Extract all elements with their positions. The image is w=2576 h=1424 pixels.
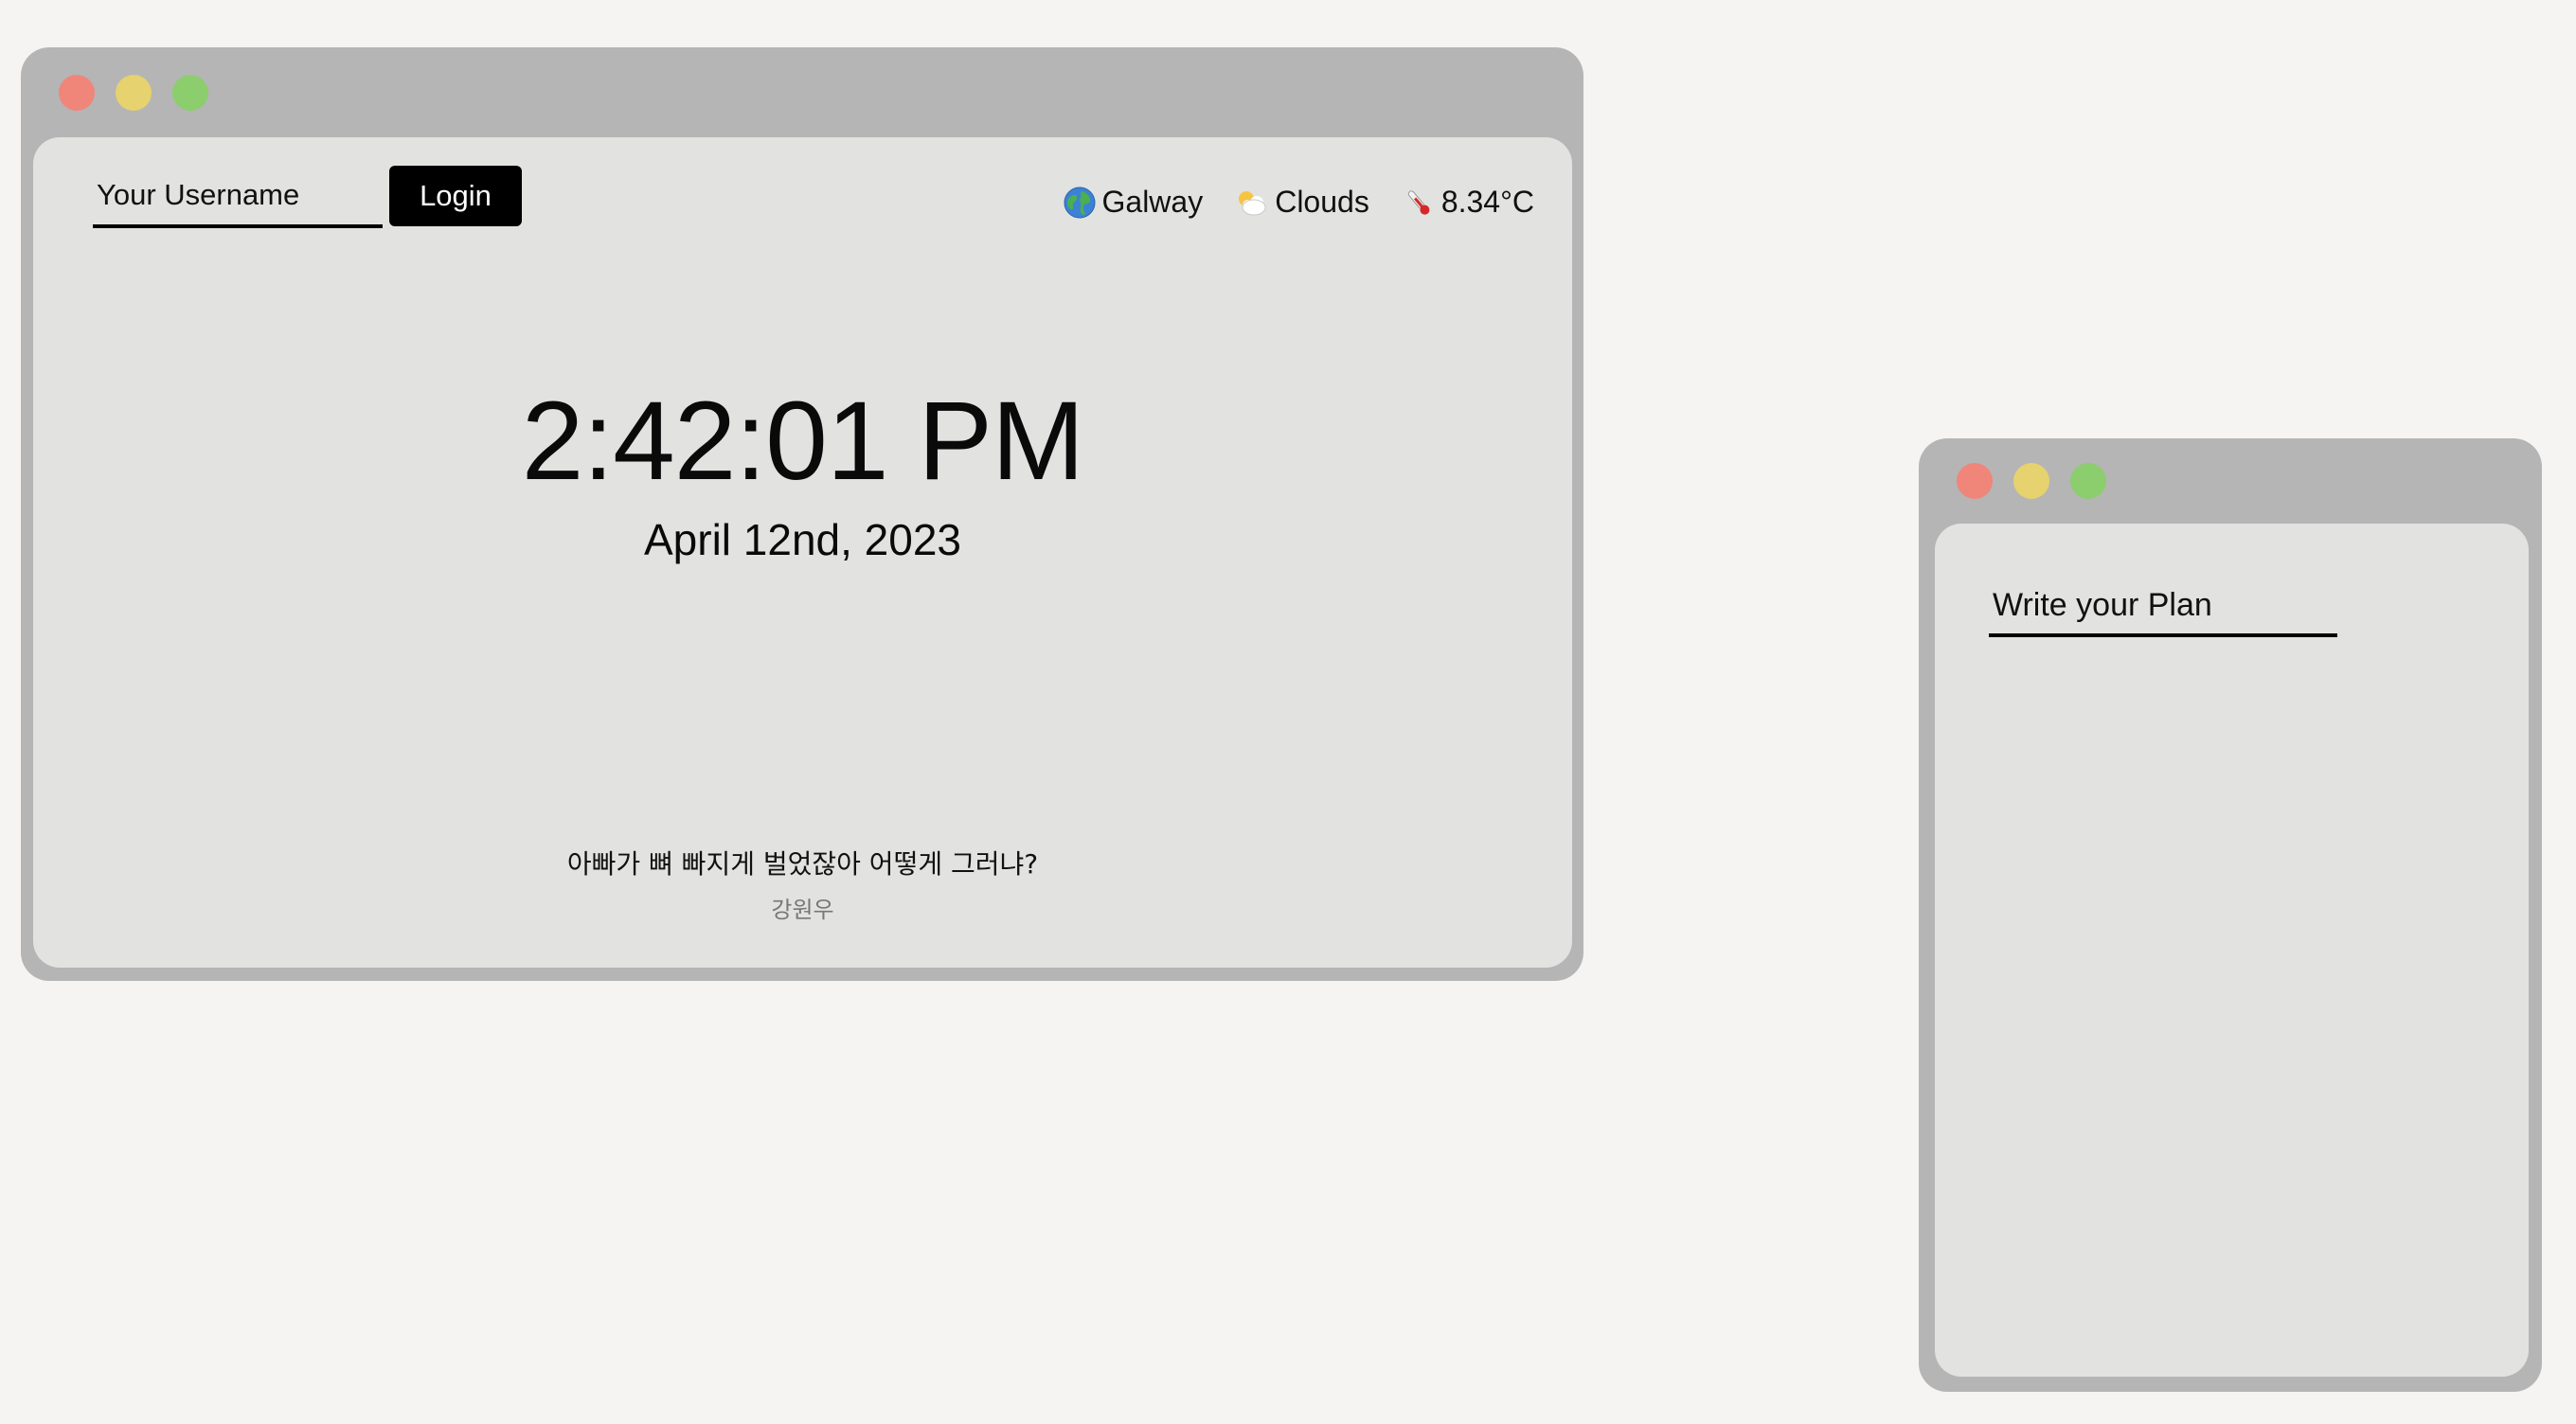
weather-city: Galway xyxy=(1063,185,1204,220)
quote-author: 강원우 xyxy=(771,897,834,923)
minimize-window-button[interactable] xyxy=(2013,463,2049,499)
login-form: Login xyxy=(93,166,522,228)
thermometer-icon xyxy=(1402,186,1436,220)
username-input[interactable] xyxy=(93,166,383,228)
maximize-window-button[interactable] xyxy=(2070,463,2106,499)
minimize-window-button[interactable] xyxy=(116,75,152,111)
login-button[interactable]: Login xyxy=(389,166,522,226)
weather-temperature: 8.34°C xyxy=(1402,185,1534,220)
close-window-button[interactable] xyxy=(59,75,95,111)
main-window-content: Login Galway xyxy=(33,137,1572,968)
clock-date: April 12nd, 2023 xyxy=(643,515,962,564)
quote-text: 아빠가 뼈 빠지게 벌었잖아 어떻게 그러냐? xyxy=(566,848,1039,880)
clock-time: 2:42:01 PM xyxy=(521,379,1084,504)
plan-window-content xyxy=(1935,524,2529,1377)
maximize-window-button[interactable] xyxy=(172,75,208,111)
weather-temperature-label: 8.34°C xyxy=(1440,185,1534,219)
weather-widget: Galway Clouds 8.34°C xyxy=(1063,185,1534,220)
main-window: Login Galway xyxy=(21,47,1583,981)
weather-condition: Clouds xyxy=(1235,185,1369,220)
plan-input[interactable] xyxy=(1989,577,2337,637)
globe-icon xyxy=(1063,186,1097,220)
close-window-button[interactable] xyxy=(1957,463,1993,499)
weather-city-label: Galway xyxy=(1101,185,1204,219)
plan-window xyxy=(1919,438,2542,1392)
weather-condition-label: Clouds xyxy=(1275,185,1369,219)
cloud-sun-icon xyxy=(1235,186,1269,220)
